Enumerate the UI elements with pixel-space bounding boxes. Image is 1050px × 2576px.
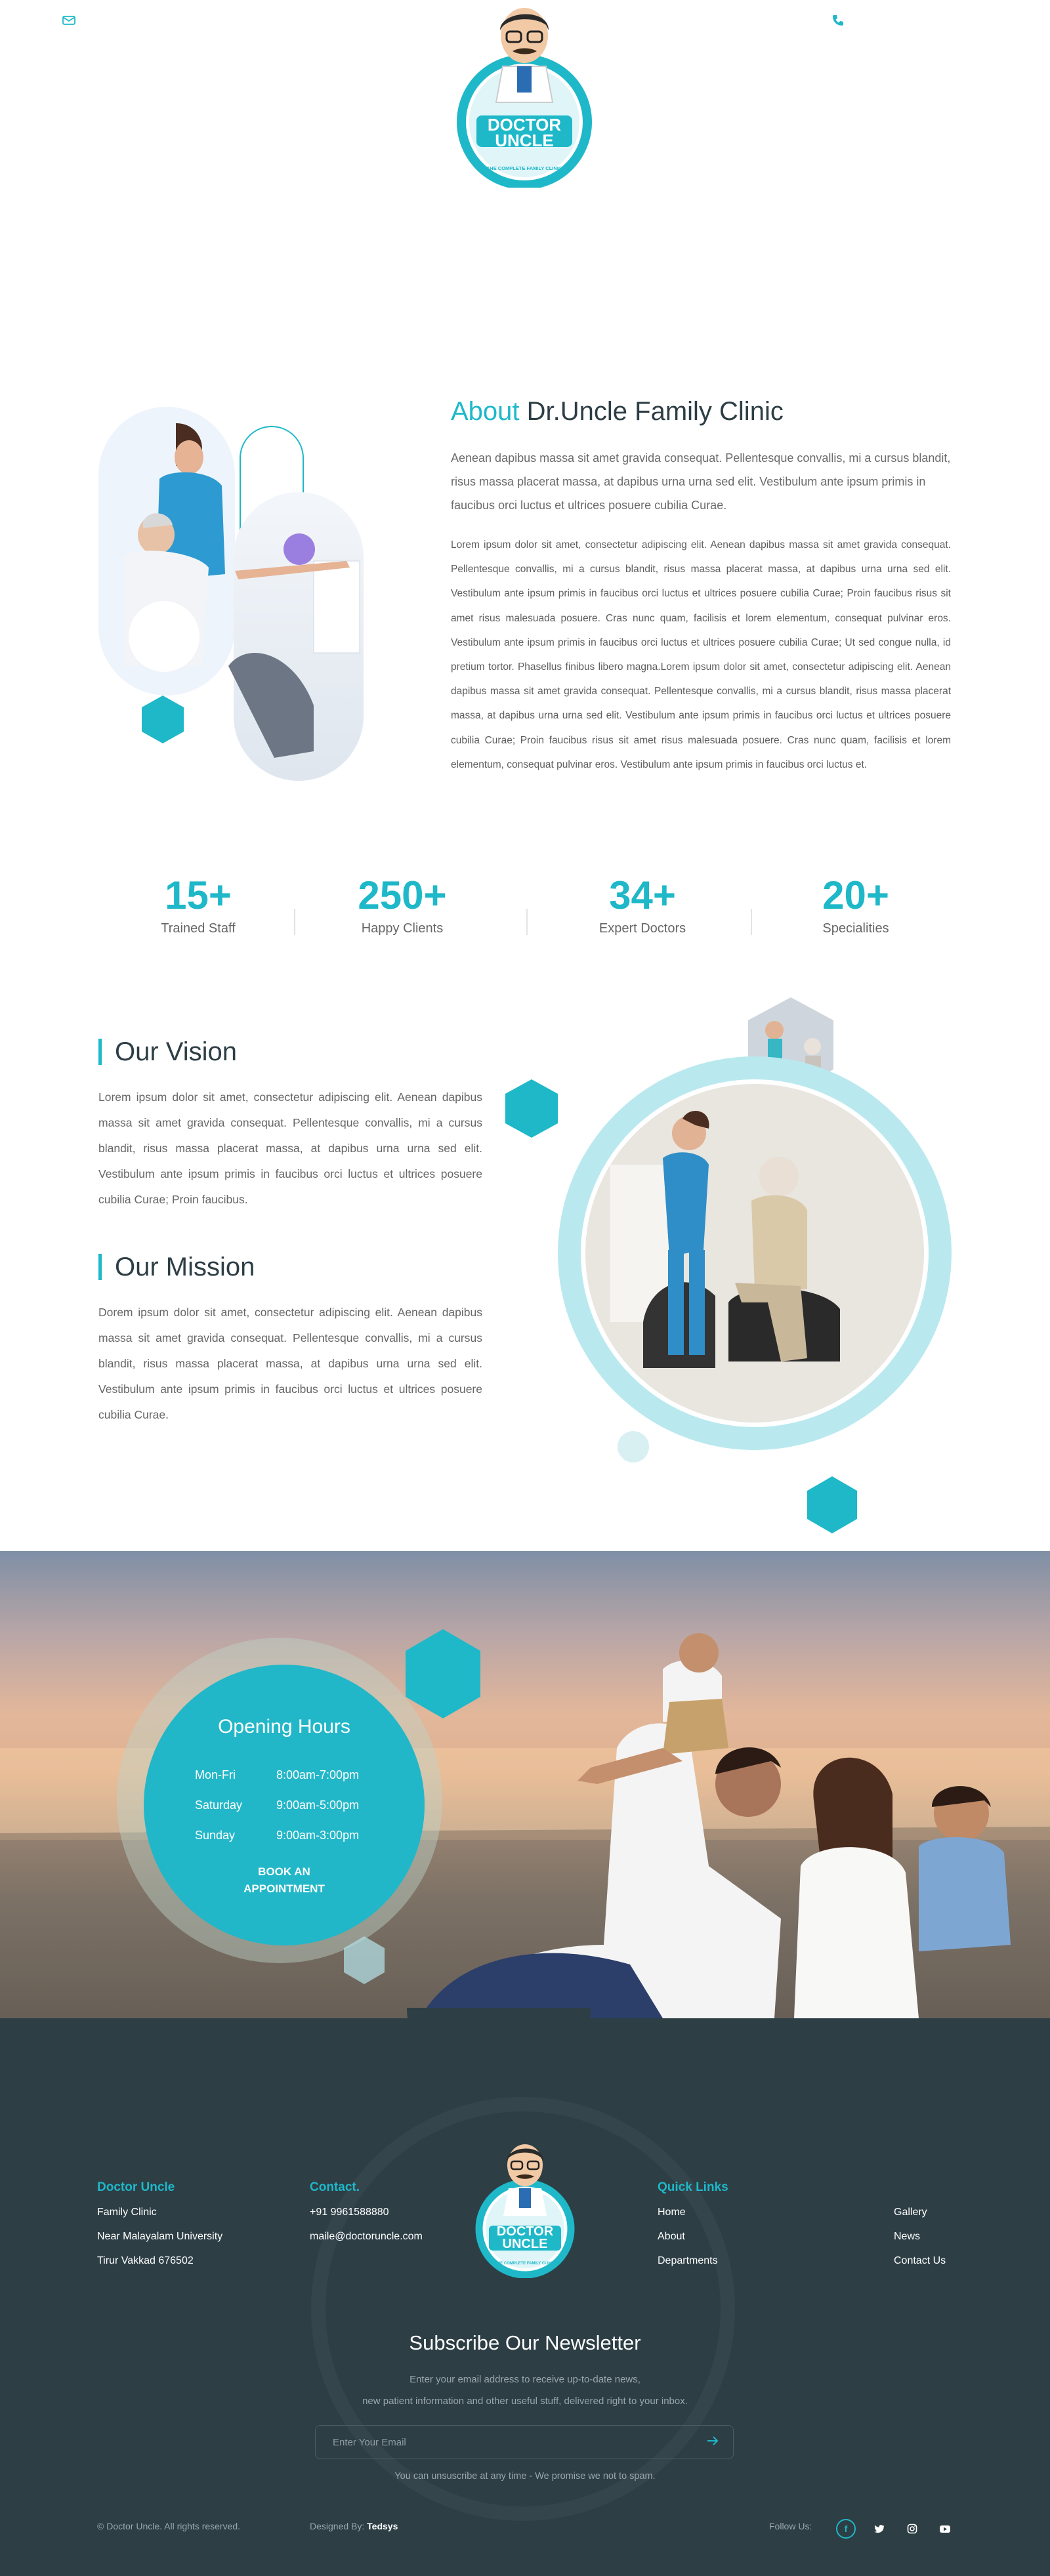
stat-trained-staff: 15+ Trained Staff (113, 873, 284, 936)
stat-specialities: 20+ Specialities (770, 873, 941, 936)
hours-row: Mon-Fri 8:00am-7:00pm (195, 1768, 392, 1782)
footer-link-news[interactable]: News (894, 2224, 920, 2249)
newsletter-subtitle: Enter your email address to receive up-t… (0, 2369, 1050, 2412)
mission-text: Dorem ipsum dolor sit amet, consectetur … (98, 1306, 482, 1421)
instagram-icon[interactable] (902, 2519, 922, 2539)
mail-icon[interactable] (60, 13, 77, 30)
stat-number: 34+ (609, 873, 676, 917)
stat-label: Specialities (822, 921, 889, 936)
vision-text: Lorem ipsum dolor sit amet, consectetur … (98, 1091, 482, 1206)
youtube-icon[interactable] (935, 2519, 955, 2539)
book-line1: BOOK AN (258, 1865, 310, 1878)
twitter-icon[interactable] (870, 2519, 889, 2539)
mission-title: Our Mission (98, 1254, 255, 1280)
newsletter-form (315, 2425, 734, 2459)
newsletter-note: You can unsuscribe at any time - We prom… (394, 2471, 656, 2482)
opening-hours-panel: Opening Hours Mon-Fri 8:00am-7:00pm Satu… (144, 1665, 425, 1945)
site-logo[interactable]: DOCTOR UNCLE THE COMPLETE FAMILY CLINIC (457, 4, 592, 190)
hours-row: Saturday 9:00am-5:00pm (195, 1798, 392, 1812)
about-title: About Dr.Uncle Family Clinic (451, 397, 784, 426)
about-title-accent: About (451, 397, 520, 426)
about-body: Lorem ipsum dolor sit amet, consectetur … (451, 539, 951, 770)
hours-day: Saturday (195, 1798, 243, 1812)
logo-tagline: THE COMPLETE FAMILY CLINIC (486, 165, 562, 171)
about-title-rest: Dr.Uncle Family Clinic (526, 397, 784, 426)
footer-logo[interactable]: DOCTOR UNCLE THE COMPLETE FAMILY CLINIC (472, 2140, 578, 2279)
hours-day: Sunday (195, 1829, 236, 1842)
footer-col-title: Doctor Uncle (97, 2180, 175, 2194)
stat-divider (294, 909, 295, 935)
stat-happy-clients: 250+ Happy Clients (317, 873, 488, 936)
footer-logo-tagline: THE COMPLETE FAMILY CLINIC (495, 2262, 555, 2266)
copyright: © Doctor Uncle. All rights reserved. (97, 2521, 241, 2531)
stat-label: Trained Staff (161, 921, 236, 936)
designed-by-label: Designed By: (310, 2521, 365, 2531)
stat-divider (751, 909, 752, 935)
stat-number: 20+ (822, 873, 889, 917)
hours-time: 8:00am-7:00pm (276, 1768, 360, 1781)
follow-us-label: Follow Us: (769, 2521, 812, 2531)
facebook-icon[interactable]: f (836, 2519, 856, 2539)
logo-line2: UNCLE (495, 131, 554, 150)
newsletter-email-input[interactable] (316, 2426, 683, 2459)
footer-col-title: Quick Links (658, 2180, 728, 2194)
care-image-collage (492, 994, 965, 1539)
footer-address-line: Family Clinic (97, 2207, 157, 2218)
footer-address-line: Near Malayalam University (97, 2231, 223, 2242)
stat-number: 250+ (358, 873, 447, 917)
hours-time: 9:00am-3:00pm (276, 1829, 360, 1842)
stat-label: Expert Doctors (598, 921, 686, 936)
about-lead: Aenean dapibus massa sit amet gravida co… (451, 451, 951, 512)
footer-link-home[interactable]: Home (658, 2200, 686, 2224)
stat-expert-doctors: 34+ Expert Doctors (557, 873, 728, 936)
hex-decoration (406, 1629, 480, 1718)
footer-link-about[interactable]: About (658, 2224, 685, 2249)
arrow-right-icon[interactable] (705, 2434, 720, 2452)
vision-title: Our Vision (98, 1039, 237, 1065)
footer-address-line: Tirur Vakkad 676502 (97, 2255, 194, 2266)
footer-link-contact[interactable]: Contact Us (894, 2249, 946, 2273)
phone-icon[interactable] (830, 13, 847, 30)
footer-col-title: Contact. (310, 2180, 360, 2194)
footer-phone[interactable]: +91 9961588880 (310, 2200, 389, 2224)
newsletter-sub-line: Enter your email address to receive up-t… (410, 2374, 640, 2385)
stat-label: Happy Clients (361, 921, 444, 936)
book-line2: APPOINTMENT (243, 1882, 325, 1895)
designer-link[interactable]: Tedsys (367, 2521, 398, 2531)
footer-logo-line2: UNCLE (502, 2237, 548, 2251)
hours-time: 9:00am-5:00pm (276, 1798, 360, 1812)
hours-row: Sunday 9:00am-3:00pm (195, 1829, 392, 1842)
newsletter-sub-line: new patient information and other useful… (362, 2396, 688, 2407)
stat-divider (526, 909, 528, 935)
designed-by: Designed By: Tedsys (310, 2521, 398, 2531)
hex-decoration (344, 1936, 385, 1984)
stat-number: 15+ (165, 873, 232, 917)
book-appointment-button[interactable]: BOOK AN APPOINTMENT (144, 1863, 425, 1898)
newsletter-title: Subscribe Our Newsletter (409, 2331, 641, 2354)
hours-day: Mon-Fri (195, 1768, 236, 1781)
footer-link-departments[interactable]: Departments (658, 2249, 718, 2273)
about-image-collage (97, 404, 366, 784)
footer-email[interactable]: maile@doctoruncle.com (310, 2224, 423, 2249)
opening-hours-title: Opening Hours (218, 1716, 350, 1737)
footer-link-gallery[interactable]: Gallery (894, 2200, 927, 2224)
